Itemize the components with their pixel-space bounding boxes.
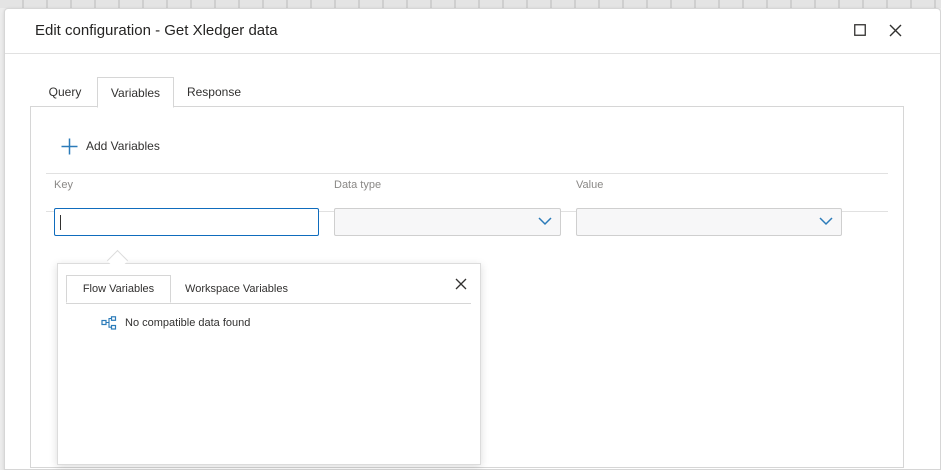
column-header-data-type: Data type [334, 179, 382, 191]
tab-flow-variables[interactable]: Flow Variables [66, 275, 171, 303]
add-variables-label: Add Variables [86, 139, 160, 153]
tab-variables[interactable]: Variables [97, 77, 174, 108]
data-type-dropdown[interactable] [334, 208, 561, 236]
tab-workspace-variables[interactable]: Workspace Variables [178, 275, 295, 303]
empty-message: No compatible data found [125, 317, 251, 329]
chevron-down-icon [538, 217, 552, 226]
divider [46, 173, 888, 174]
variable-picker-tabs: Flow Variables Workspace Variables [66, 275, 471, 304]
plus-icon [61, 138, 78, 154]
close-icon[interactable] [453, 276, 469, 292]
background-app-strip [0, 0, 941, 8]
add-variables-button[interactable]: Add Variables [61, 135, 160, 157]
value-dropdown[interactable] [576, 208, 842, 236]
column-header-key: Key [54, 179, 73, 191]
close-icon [889, 24, 901, 36]
tab-response[interactable]: Response [179, 77, 249, 106]
dialog-header: Edit configuration - Get Xledger data [5, 9, 940, 54]
flow-diagram-icon [101, 316, 117, 330]
empty-state: No compatible data found [101, 316, 250, 330]
maximize-icon [854, 24, 866, 36]
chevron-down-icon [819, 217, 833, 226]
close-dialog-button[interactable] [885, 20, 905, 40]
column-header-value: Value [576, 179, 604, 191]
maximize-button[interactable] [850, 20, 870, 40]
dialog-title: Edit configuration - Get Xledger data [35, 22, 278, 39]
variable-picker-popup: Flow Variables Workspace Variables No co… [57, 263, 481, 465]
text-caret [60, 215, 61, 230]
key-input[interactable] [54, 208, 319, 236]
divider [66, 303, 471, 304]
tab-query[interactable]: Query [32, 77, 98, 106]
